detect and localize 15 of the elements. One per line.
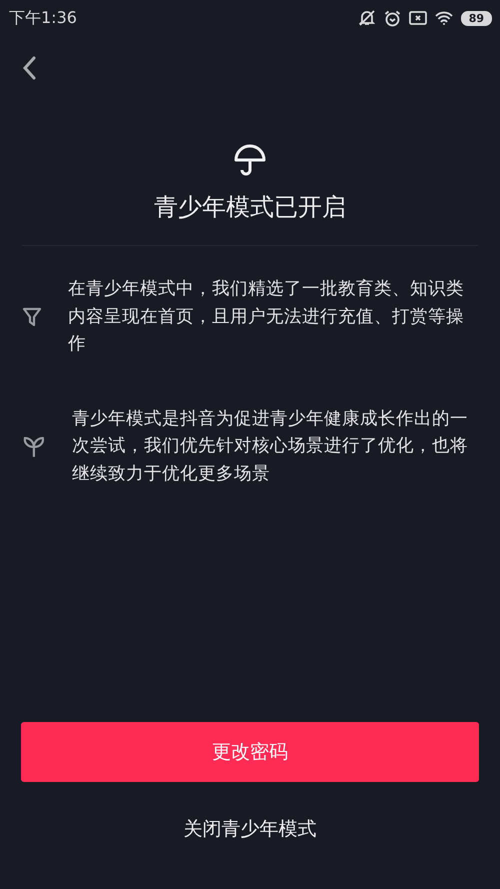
close-mode-link[interactable]: 关闭青少年模式 bbox=[180, 812, 320, 846]
battery-level: 89 bbox=[460, 10, 492, 26]
sim-icon bbox=[408, 11, 427, 25]
wifi-icon bbox=[434, 11, 453, 25]
info-text: 在青少年模式中，我们精选了一批教育类、知识类内容呈现在首页，且用户无法进行充值、打赏等操作 bbox=[68, 278, 465, 356]
filter-icon bbox=[22, 306, 42, 328]
change-password-button[interactable]: 更改密码 bbox=[21, 722, 479, 782]
info-text: 青少年模式是抖音为促进青少年健康成长作出的一次尝试，我们优先针对核心场景进行了优化，也将继续致力于优化更多场景 bbox=[72, 408, 469, 486]
alarm-icon bbox=[384, 10, 401, 26]
sprout-icon bbox=[22, 434, 46, 459]
status-time: 下午1:36 bbox=[9, 8, 77, 28]
umbrella-icon bbox=[233, 143, 267, 177]
page-title: 青少年模式已开启 bbox=[154, 192, 346, 223]
back-button[interactable] bbox=[22, 56, 36, 80]
muted-bell-icon bbox=[358, 9, 376, 27]
